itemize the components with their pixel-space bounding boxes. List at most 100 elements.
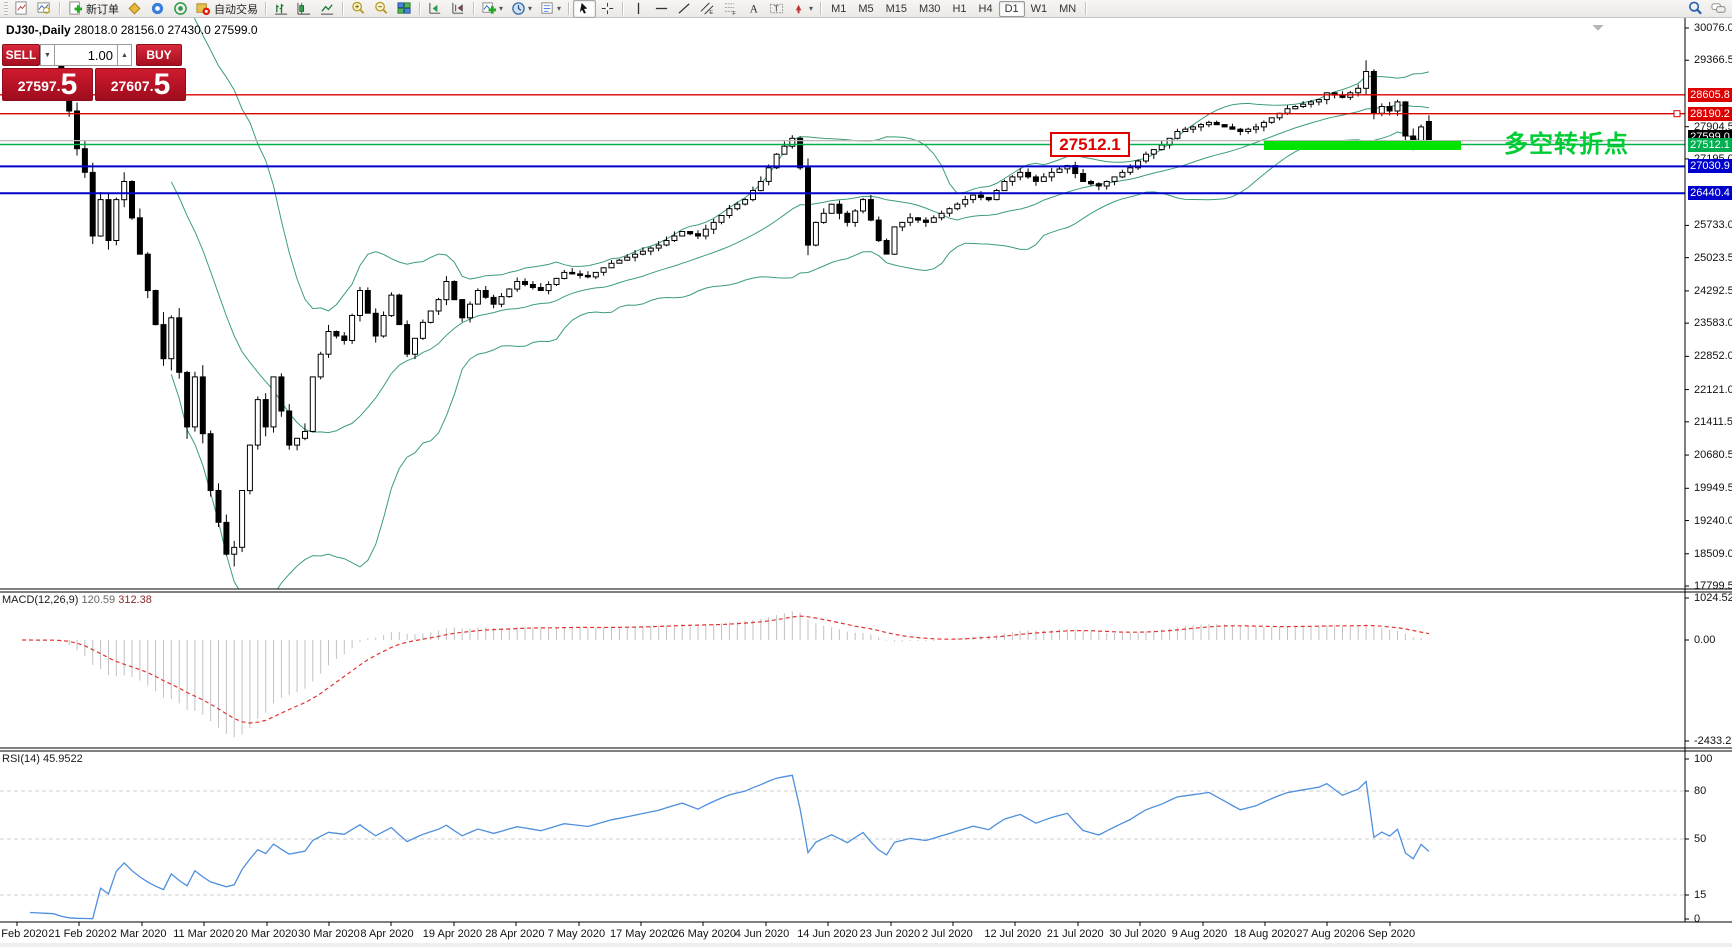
search-button[interactable] <box>1684 0 1707 18</box>
macd-tick: 1024.52 <box>1694 592 1732 604</box>
sell-price-pips: 5 <box>61 71 78 99</box>
price-tick: 25023.5 <box>1694 252 1732 264</box>
fibonacci-icon: F <box>723 1 738 16</box>
zoom-in-button[interactable] <box>347 0 370 18</box>
horizontal-line-button[interactable] <box>650 0 673 18</box>
macd-tick: 0.00 <box>1694 634 1715 646</box>
macd-histogram <box>22 612 1429 738</box>
auto-scroll-icon <box>428 1 443 16</box>
arrows-button[interactable]: ▾ <box>788 0 817 18</box>
price-tick: 30076.0 <box>1694 22 1732 34</box>
date-label: 19 Apr 2020 <box>423 928 482 940</box>
auto-trading-button[interactable]: 自动交易 <box>192 0 262 18</box>
chevron-down-icon[interactable]: ▾ <box>499 4 503 13</box>
svg-text:F: F <box>732 11 736 16</box>
bar-chart-button[interactable] <box>270 0 293 18</box>
timeframe-h4-button[interactable]: H4 <box>973 1 999 17</box>
timeframe-h1-button[interactable]: H1 <box>946 1 972 17</box>
trendline-icon <box>677 1 692 16</box>
profiles-button[interactable] <box>33 0 56 18</box>
signals-button[interactable] <box>169 0 192 18</box>
chat-button[interactable] <box>1707 0 1730 18</box>
volume-decrease-button[interactable]: ▼ <box>40 44 55 66</box>
toolbar-grip <box>4 2 8 15</box>
community-button[interactable] <box>146 0 169 18</box>
sell-button[interactable]: SELL <box>2 44 40 66</box>
chart-shift-icon <box>451 1 466 16</box>
pivot-price-annotation[interactable]: 27512.1 <box>1050 132 1130 157</box>
chart-shift-button[interactable] <box>447 0 470 18</box>
rsi-tick: 15 <box>1694 889 1706 901</box>
candlestick-chart-button[interactable] <box>293 0 316 18</box>
macd-main-value: 120.59 <box>81 594 115 606</box>
line-handle[interactable] <box>1674 111 1680 117</box>
buy-button[interactable]: BUY <box>136 44 182 66</box>
date-label: 12 Feb 2020 <box>0 928 48 940</box>
toolbar-separator <box>265 2 267 15</box>
chevron-down-icon[interactable]: ▾ <box>557 4 561 13</box>
tile-windows-button[interactable] <box>393 0 416 18</box>
candlesticks <box>20 57 1432 567</box>
chevron-down-icon[interactable]: ▾ <box>528 4 532 13</box>
periods-icon <box>511 1 526 16</box>
timeframe-m30-button[interactable]: M30 <box>913 1 946 17</box>
indicators-button[interactable]: ▾ <box>478 0 507 18</box>
price-tick: 25733.0 <box>1694 219 1732 231</box>
toolbar-separator <box>820 2 822 15</box>
toolbar-separator <box>473 2 475 15</box>
text-button[interactable]: A <box>742 0 765 18</box>
cursor-button[interactable] <box>573 0 596 18</box>
pivot-band[interactable] <box>1264 141 1461 150</box>
quotes-button[interactable] <box>123 0 146 18</box>
volume-increase-button[interactable]: ▲ <box>117 44 132 66</box>
chart-title: DJ30-,Daily 28018.0 28156.0 27430.0 2759… <box>6 23 258 37</box>
fibonacci-button[interactable]: F <box>719 0 742 18</box>
zoom-out-icon <box>374 1 389 16</box>
date-label: 12 Jul 2020 <box>984 928 1041 940</box>
timeframe-m5-button[interactable]: M5 <box>852 1 879 17</box>
chevron-down-icon[interactable]: ▾ <box>809 4 813 13</box>
pivot-text-annotation[interactable]: 多空转折点 <box>1504 124 1629 159</box>
svg-text:E: E <box>709 10 713 16</box>
date-label: 7 May 2020 <box>548 928 605 940</box>
zoom-out-button[interactable] <box>370 0 393 18</box>
templates-button[interactable]: ▾ <box>536 0 565 18</box>
vertical-line-button[interactable] <box>627 0 650 18</box>
sell-price-display[interactable]: 27597.5 <box>2 68 93 101</box>
new-chart-button[interactable] <box>10 0 33 18</box>
toolbar-separator <box>622 2 624 15</box>
auto-scroll-button[interactable] <box>424 0 447 18</box>
text-label-icon: T <box>769 1 784 16</box>
rsi-indicator-label: RSI(14) 45.9522 <box>2 753 83 765</box>
svg-text:T: T <box>774 3 779 13</box>
macd-signal-value: 312.38 <box>118 594 152 606</box>
chart-canvas[interactable] <box>0 0 1732 947</box>
volume-input[interactable] <box>55 44 117 66</box>
channel-button[interactable]: E <box>696 0 719 18</box>
crosshair-button[interactable] <box>596 0 619 18</box>
date-label: 4 Jun 2020 <box>735 928 789 940</box>
trendline-button[interactable] <box>673 0 696 18</box>
mt4-terminal: 新订单 自动交易 ▾ ▾ ▾ E F AT ▾ M1M5M15M30H1H4D1W1MN DJ30… <box>0 0 1732 947</box>
vertical-line-icon <box>631 1 646 16</box>
date-label: 9 Aug 2020 <box>1172 928 1228 940</box>
date-label: 2 Jul 2020 <box>922 928 973 940</box>
rsi-tick: 50 <box>1694 833 1706 845</box>
new-order-button[interactable]: 新订单 <box>64 0 123 18</box>
timeframe-d1-button[interactable]: D1 <box>999 1 1025 17</box>
periods-button[interactable]: ▾ <box>507 0 536 18</box>
buy-price-display[interactable]: 27607.5 <box>95 68 186 101</box>
text-label-button[interactable]: T <box>765 0 788 18</box>
arrows-icon <box>792 1 807 16</box>
date-label: 30 Jul 2020 <box>1109 928 1166 940</box>
timeframe-w1-button[interactable]: W1 <box>1025 1 1054 17</box>
price-tick: 17799.5 <box>1694 580 1732 592</box>
date-label: 26 May 2020 <box>672 928 736 940</box>
line-chart-button[interactable] <box>316 0 339 18</box>
date-label: 23 Jun 2020 <box>860 928 921 940</box>
timeframe-mn-button[interactable]: MN <box>1053 1 1082 17</box>
date-label: 30 Mar 2020 <box>298 928 360 940</box>
timeframe-m15-button[interactable]: M15 <box>880 1 913 17</box>
timeframe-m1-button[interactable]: M1 <box>825 1 852 17</box>
date-label: 27 Aug 2020 <box>1296 928 1358 940</box>
